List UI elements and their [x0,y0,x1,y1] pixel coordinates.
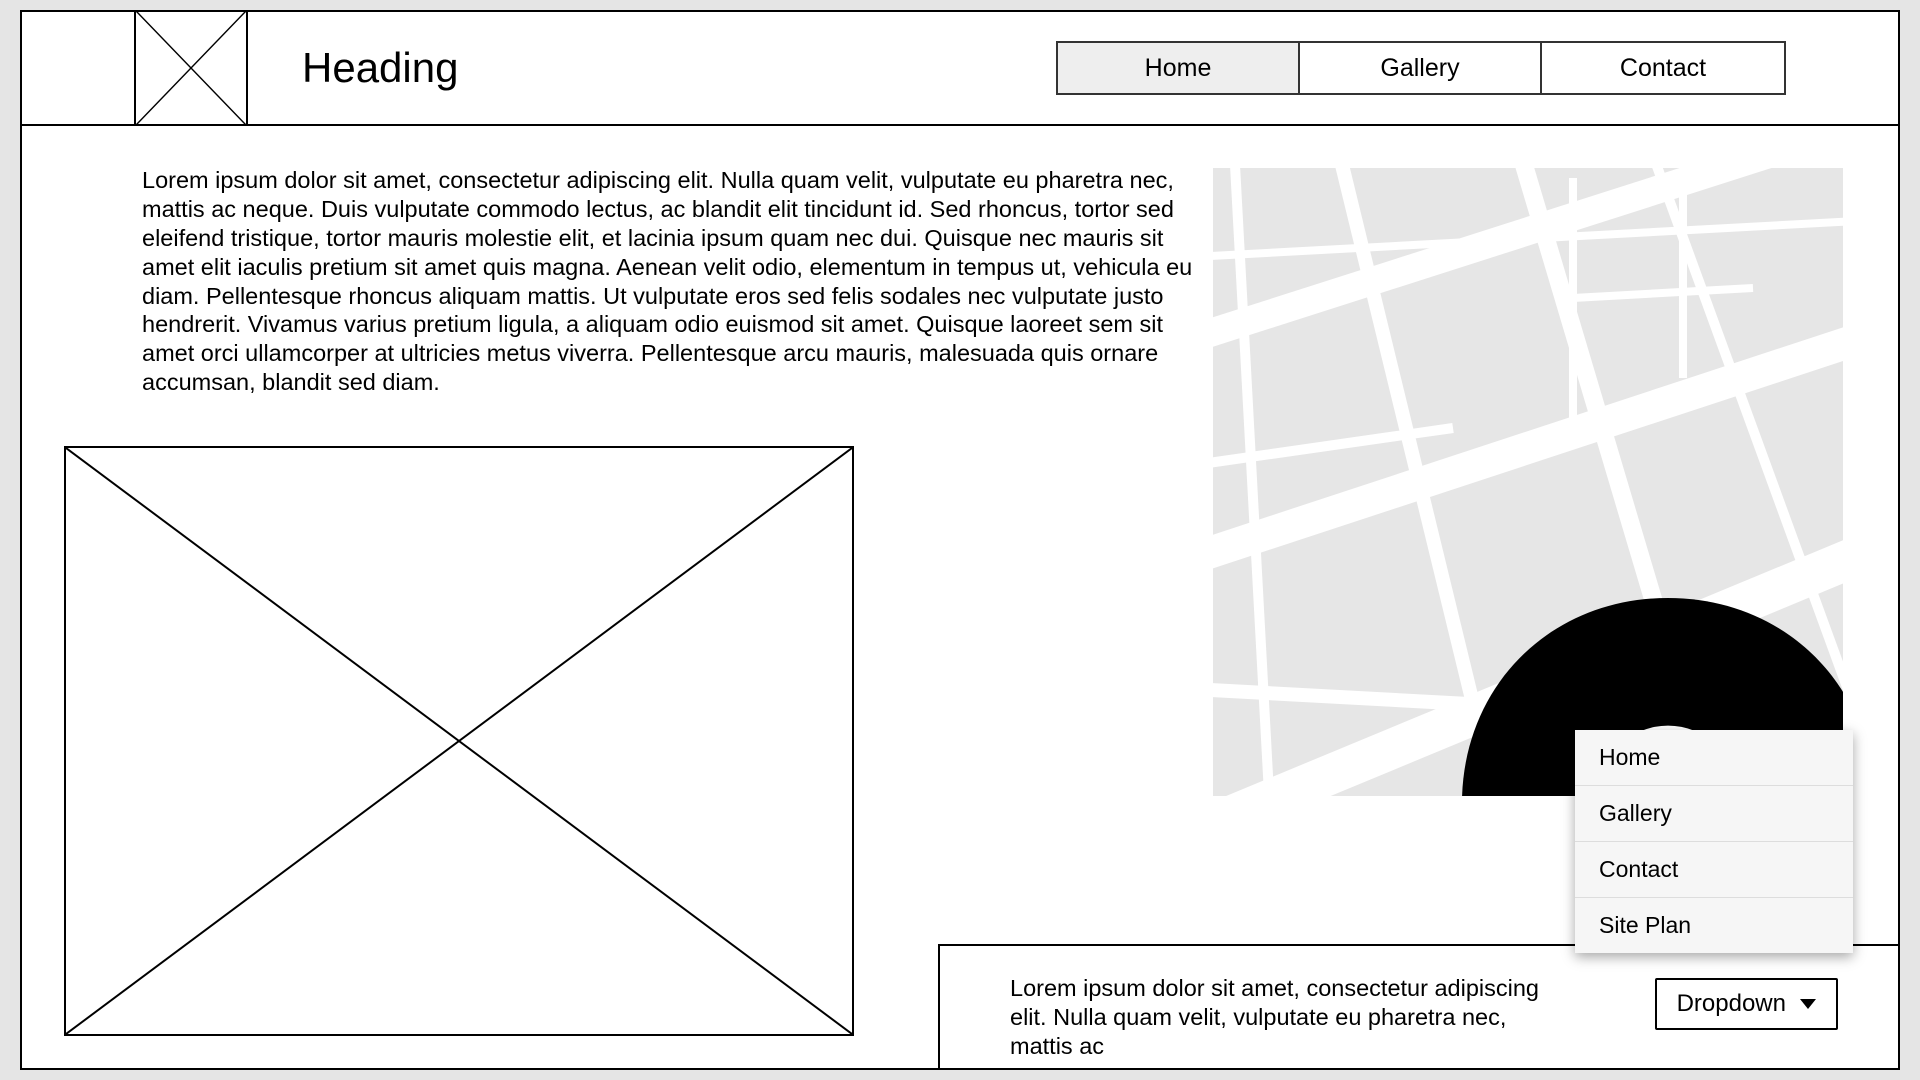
content-area: Lorem ipsum dolor sit amet, consectetur … [22,126,1898,1068]
dropdown-item-home[interactable]: Home [1575,730,1853,786]
nav-contact[interactable]: Contact [1542,43,1784,93]
image-placeholder-icon [136,11,246,125]
image-placeholder-icon [66,448,852,1034]
map[interactable] [1213,168,1843,796]
main-nav: Home Gallery Contact [1056,41,1786,95]
nav-gallery[interactable]: Gallery [1300,43,1542,93]
dropdown-button[interactable]: Dropdown [1655,978,1838,1030]
nav-home[interactable]: Home [1058,43,1300,93]
header: Heading Home Gallery Contact [22,12,1898,126]
body-paragraph: Lorem ipsum dolor sit amet, consectetur … [142,166,1197,397]
dropdown-button-label: Dropdown [1677,990,1786,1018]
dropdown-item-siteplan[interactable]: Site Plan [1575,898,1853,953]
main-image-placeholder [64,446,854,1036]
dropdown-item-contact[interactable]: Contact [1575,842,1853,898]
footer-paragraph: Lorem ipsum dolor sit amet, consectetur … [1010,974,1560,1068]
dropdown-menu: Home Gallery Contact Site Plan [1575,730,1853,953]
dropdown-item-gallery[interactable]: Gallery [1575,786,1853,842]
page-heading: Heading [302,44,458,92]
footer-panel: Lorem ipsum dolor sit amet, consectetur … [938,944,1898,1068]
logo-placeholder [134,11,248,125]
caret-down-icon [1800,999,1816,1009]
